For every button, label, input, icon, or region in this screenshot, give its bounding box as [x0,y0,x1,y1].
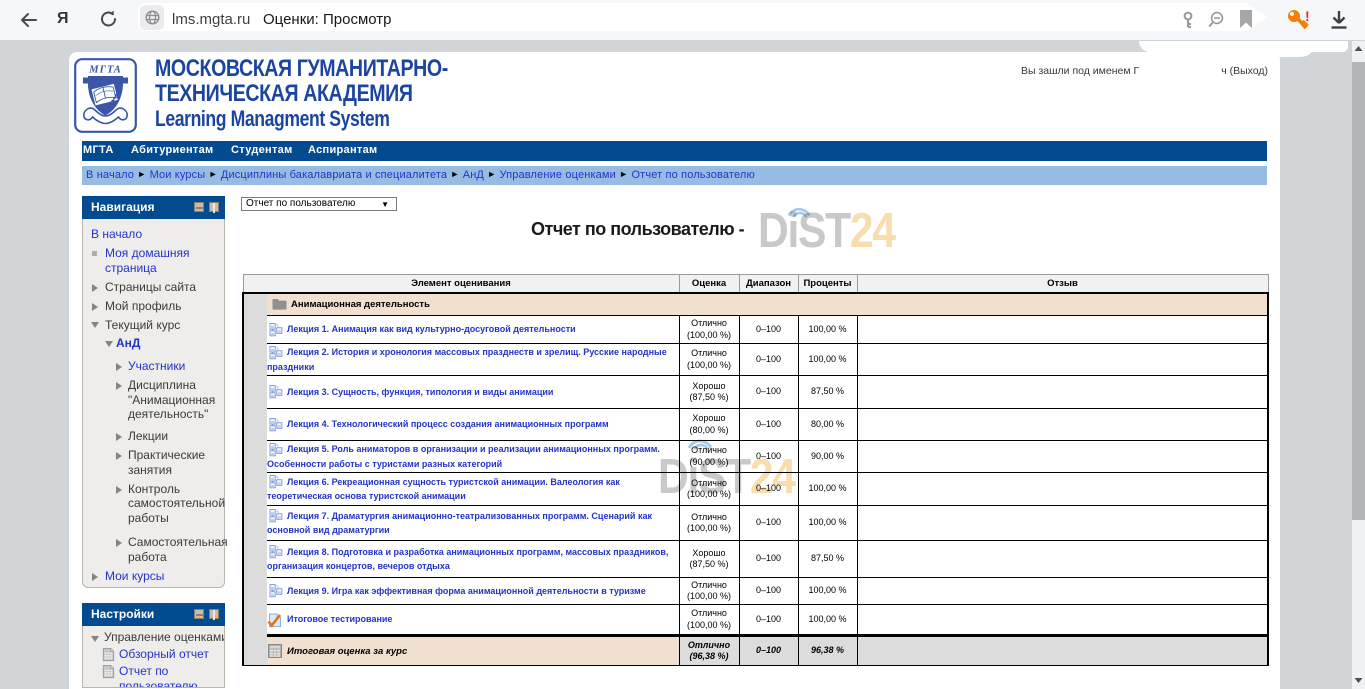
svg-text:МГТА: МГТА [88,65,121,76]
svg-text:!: ! [1305,8,1310,24]
